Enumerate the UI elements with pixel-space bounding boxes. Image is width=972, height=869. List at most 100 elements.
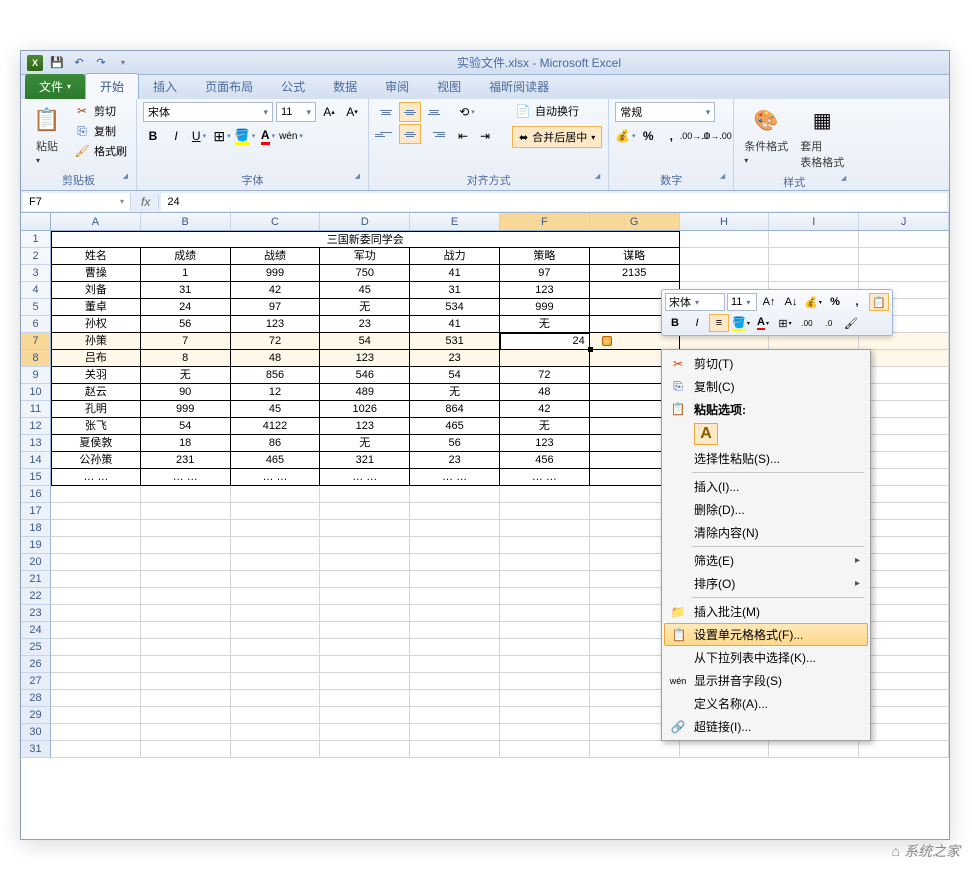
- cell-B26[interactable]: [141, 656, 231, 673]
- cell-F7[interactable]: 24: [500, 333, 590, 350]
- cell-C23[interactable]: [231, 605, 321, 622]
- bold-button[interactable]: B: [143, 126, 163, 146]
- cell-D10[interactable]: 489: [320, 384, 410, 401]
- cell-F30[interactable]: [500, 724, 590, 741]
- name-box[interactable]: F7: [23, 193, 131, 211]
- cell-F27[interactable]: [500, 673, 590, 690]
- menu-sort[interactable]: 排序(O): [664, 572, 868, 595]
- cell-F21[interactable]: [500, 571, 590, 588]
- cell-C31[interactable]: [231, 741, 321, 758]
- row-header-29[interactable]: 29: [21, 707, 51, 724]
- menu-pick-from-list[interactable]: 从下拉列表中选择(K)...: [664, 646, 868, 669]
- paste-option-values[interactable]: A: [694, 423, 718, 445]
- cell-J21[interactable]: [859, 571, 949, 588]
- cell-C16[interactable]: [231, 486, 321, 503]
- cell-B29[interactable]: [141, 707, 231, 724]
- cell-E29[interactable]: [410, 707, 500, 724]
- menu-delete[interactable]: 删除(D)...: [664, 498, 868, 521]
- column-header-I[interactable]: I: [769, 213, 859, 230]
- cell-I31[interactable]: [769, 741, 859, 758]
- cell-H1[interactable]: [680, 231, 770, 248]
- align-right-button[interactable]: [423, 124, 445, 144]
- cell-C24[interactable]: [231, 622, 321, 639]
- align-top-button[interactable]: [375, 102, 397, 122]
- cell-A19[interactable]: [51, 537, 141, 554]
- cell-C5[interactable]: 97: [231, 299, 321, 316]
- cell-E6[interactable]: 41: [410, 316, 500, 333]
- cell-C3[interactable]: 999: [231, 265, 321, 282]
- row-header-5[interactable]: 5: [21, 299, 51, 316]
- orientation-button[interactable]: ⟲: [453, 102, 481, 122]
- tab-view[interactable]: 视图: [423, 74, 475, 99]
- format-as-table-button[interactable]: ▦ 套用 表格格式: [796, 102, 848, 172]
- cell-F24[interactable]: [500, 622, 590, 639]
- cell-B23[interactable]: [141, 605, 231, 622]
- row-header-27[interactable]: 27: [21, 673, 51, 690]
- cell-F23[interactable]: [500, 605, 590, 622]
- cell-B2[interactable]: 成绩: [141, 248, 231, 265]
- menu-define-name[interactable]: 定义名称(A)...: [664, 692, 868, 715]
- cell-A26[interactable]: [51, 656, 141, 673]
- cell-J28[interactable]: [859, 690, 949, 707]
- cell-H2[interactable]: [680, 248, 770, 265]
- cell-F20[interactable]: [500, 554, 590, 571]
- cell-C19[interactable]: [231, 537, 321, 554]
- comma-button[interactable]: ,: [661, 126, 681, 146]
- cell-E30[interactable]: [410, 724, 500, 741]
- cell-C12[interactable]: 4122: [231, 418, 321, 435]
- increase-indent-button[interactable]: ⇥: [475, 126, 495, 146]
- row-header-22[interactable]: 22: [21, 588, 51, 605]
- merge-center-button[interactable]: ⬌合并后居中▾: [512, 126, 602, 148]
- cell-B7[interactable]: 7: [141, 333, 231, 350]
- row-header-25[interactable]: 25: [21, 639, 51, 656]
- cell-D6[interactable]: 23: [320, 316, 410, 333]
- cell-A14[interactable]: 公孙策: [51, 452, 141, 469]
- cell-A11[interactable]: 孔明: [51, 401, 141, 418]
- increase-decimal-button[interactable]: .00→.0: [684, 126, 704, 146]
- cut-button[interactable]: ✂剪切: [71, 102, 130, 120]
- accounting-format-button[interactable]: 💰: [615, 126, 635, 146]
- cell-J16[interactable]: [859, 486, 949, 503]
- underline-button[interactable]: U: [189, 126, 209, 146]
- cell-A3[interactable]: 曹操: [51, 265, 141, 282]
- font-size-combo[interactable]: 11: [276, 102, 316, 122]
- cell-E28[interactable]: [410, 690, 500, 707]
- cell-A2[interactable]: 姓名: [51, 248, 141, 265]
- cell-F31[interactable]: [500, 741, 590, 758]
- font-color-button[interactable]: A: [258, 126, 278, 146]
- column-header-C[interactable]: C: [231, 213, 321, 230]
- cell-A15[interactable]: … …: [51, 469, 141, 486]
- cell-E4[interactable]: 31: [410, 282, 500, 299]
- cell-B27[interactable]: [141, 673, 231, 690]
- mini-font-color[interactable]: A: [753, 314, 773, 332]
- font-name-combo[interactable]: 宋体: [143, 102, 273, 122]
- cell-E18[interactable]: [410, 520, 500, 537]
- format-painter-button[interactable]: 🖌格式刷: [71, 142, 130, 160]
- cell-I2[interactable]: [769, 248, 859, 265]
- cell-F29[interactable]: [500, 707, 590, 724]
- row-header-24[interactable]: 24: [21, 622, 51, 639]
- mini-fill-color[interactable]: 🪣: [731, 314, 751, 332]
- cell-C22[interactable]: [231, 588, 321, 605]
- cell-A31[interactable]: [51, 741, 141, 758]
- row-header-21[interactable]: 21: [21, 571, 51, 588]
- cell-D21[interactable]: [320, 571, 410, 588]
- cell-J30[interactable]: [859, 724, 949, 741]
- row-header-31[interactable]: 31: [21, 741, 51, 758]
- row-header-10[interactable]: 10: [21, 384, 51, 401]
- cell-B16[interactable]: [141, 486, 231, 503]
- cell-J12[interactable]: [859, 418, 949, 435]
- cell-D29[interactable]: [320, 707, 410, 724]
- cell-E13[interactable]: 56: [410, 435, 500, 452]
- cell-I1[interactable]: [769, 231, 859, 248]
- mini-percent[interactable]: %: [825, 293, 845, 311]
- tab-data[interactable]: 数据: [319, 74, 371, 99]
- cell-D24[interactable]: [320, 622, 410, 639]
- cell-B17[interactable]: [141, 503, 231, 520]
- select-all-corner[interactable]: [21, 213, 51, 231]
- cell-B10[interactable]: 90: [141, 384, 231, 401]
- tab-formulas[interactable]: 公式: [267, 74, 319, 99]
- cell-B18[interactable]: [141, 520, 231, 537]
- cell-J18[interactable]: [859, 520, 949, 537]
- cell-J13[interactable]: [859, 435, 949, 452]
